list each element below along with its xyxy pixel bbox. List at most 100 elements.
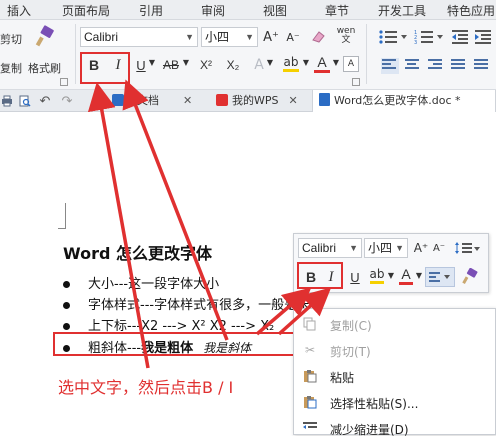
distributed-icon[interactable]	[474, 59, 490, 73]
list-item[interactable]: 大小---这一段字体大小	[63, 273, 219, 292]
wps-logo-icon	[216, 94, 228, 106]
mini-format-painter-icon[interactable]	[459, 267, 481, 287]
context-item-paste-special[interactable]: 选择性粘贴(S)...	[294, 390, 496, 416]
menu-review[interactable]: 审阅	[201, 2, 225, 19]
tab-my-wps[interactable]: 我的WPS ✕	[216, 90, 312, 112]
subscript-button[interactable]: X₂	[222, 55, 244, 75]
paste-icon	[302, 368, 318, 384]
menu-special[interactable]: 特色应用	[447, 2, 495, 19]
chevron-down-icon: ▼	[185, 32, 194, 42]
context-item-decrease-indent[interactable]: 减少缩进量(D)	[294, 416, 496, 436]
align-center-icon[interactable]	[405, 59, 421, 73]
font-name-combo[interactable]: Calibri ▼	[80, 27, 198, 47]
menu-page-layout[interactable]: 页面布局	[62, 2, 110, 19]
menu-chapter[interactable]: 章节	[325, 2, 349, 19]
mini-line-spacing-button[interactable]	[452, 239, 482, 257]
chevron-down-icon: ▼	[349, 243, 358, 253]
mini-font-name-combo[interactable]: Calibri ▼	[298, 238, 362, 258]
document-title[interactable]: Word 怎么更改字体	[63, 240, 212, 264]
chevron-down-icon[interactable]: ▼	[92, 95, 102, 107]
mini-font-color-button[interactable]: A	[397, 265, 415, 287]
highlight-color-bar	[283, 69, 299, 72]
context-item-paste[interactable]: 粘贴	[294, 364, 496, 390]
menu-developer[interactable]: 开发工具	[378, 2, 426, 19]
highlight-button[interactable]: ab	[280, 53, 302, 75]
close-icon[interactable]: ✕	[183, 94, 192, 107]
font-color-bar	[314, 70, 330, 73]
cut-button[interactable]: 剪切	[0, 31, 22, 47]
copy-button[interactable]: 复制	[0, 60, 22, 76]
print-icon[interactable]	[0, 93, 14, 109]
font-size-value: 小四	[205, 30, 230, 44]
superscript-button[interactable]: X²	[195, 55, 217, 75]
list-item[interactable]: 字体样式---字体样式有很多，一般是宋体	[63, 294, 323, 313]
context-item-label: 粘贴	[330, 371, 355, 385]
group-divider	[75, 24, 76, 84]
font-color-label: A	[317, 54, 327, 70]
menu-insert[interactable]: 插入	[7, 2, 31, 19]
mini-grow-font-button[interactable]: A⁺	[413, 239, 429, 257]
chevron-down-icon: ▼	[302, 58, 310, 67]
bullet-list-button[interactable]	[376, 28, 410, 46]
mini-highlight-label: ab	[369, 267, 385, 281]
font-size-combo[interactable]: 小四 ▼	[201, 27, 258, 47]
bullet-icon	[63, 281, 70, 288]
mini-align-button[interactable]	[425, 267, 455, 287]
bullet-icon	[63, 302, 70, 309]
grow-font-button[interactable]: A⁺	[262, 28, 280, 46]
page-margin-marker	[58, 203, 66, 229]
undo-icon[interactable]: ↶	[38, 93, 52, 109]
increase-indent-icon[interactable]	[474, 28, 492, 46]
paste-special-icon	[302, 394, 318, 410]
chevron-down-icon: ▼	[415, 271, 423, 280]
tab-cloud-docs-label: 云文档	[126, 94, 159, 107]
tab-document[interactable]: Word怎么更改字体.doc *	[312, 90, 496, 112]
menu-references[interactable]: 引用	[139, 2, 163, 19]
context-item-cut[interactable]: ✂ 剪切(T)	[294, 338, 496, 364]
context-item-label: 减少缩进量(D)	[330, 423, 409, 436]
list-item-text: 大小---这一段字体大小	[88, 277, 220, 292]
decrease-indent-icon	[302, 420, 318, 436]
char-border-icon[interactable]: A	[343, 56, 359, 72]
clear-format-icon[interactable]	[309, 28, 327, 46]
mini-font-name-value: Calibri	[302, 241, 337, 255]
mini-bold-italic-highlight	[297, 262, 343, 289]
group-divider	[366, 24, 367, 84]
redo-icon[interactable]: ↷	[60, 93, 74, 109]
tab-document-label: Word怎么更改字体.doc *	[334, 94, 461, 107]
strikethrough-button[interactable]: AB	[160, 55, 182, 75]
close-icon[interactable]: ✕	[289, 94, 298, 107]
justify-icon[interactable]	[451, 59, 467, 73]
numbered-list-button[interactable]: 123	[412, 28, 446, 46]
cloud-icon	[112, 94, 124, 106]
font-color-button[interactable]: A	[312, 53, 332, 75]
mini-underline-button[interactable]: U	[346, 267, 364, 287]
context-item-label: 剪切(T)	[330, 345, 371, 359]
phonetic-guide-button[interactable]: wen 文	[336, 26, 356, 46]
underline-button[interactable]: U	[134, 55, 148, 75]
highlight-label: ab	[283, 55, 299, 69]
clipboard-launcher-icon[interactable]	[60, 78, 68, 86]
font-launcher-icon[interactable]	[352, 78, 360, 86]
font-name-value: Calibri	[84, 30, 119, 44]
format-painter-label: 格式刷	[28, 62, 61, 75]
print-preview-icon[interactable]	[18, 93, 32, 109]
svg-text:3: 3	[414, 40, 417, 45]
context-item-copy[interactable]: 复制(C)	[294, 312, 496, 338]
mini-highlight-button[interactable]: ab	[367, 265, 387, 287]
decrease-indent-icon[interactable]	[451, 28, 469, 46]
ribbon-bold-italic-highlight	[80, 52, 130, 84]
ribbon: 剪切 复制 格式刷 Calibri ▼ 小四 ▼ A⁺ A⁻ wen 文 B I …	[0, 20, 496, 90]
chevron-down-icon: ▼	[387, 271, 395, 280]
mini-shrink-font-button[interactable]: A⁻	[431, 239, 447, 257]
copy-icon	[302, 316, 318, 332]
shrink-font-button[interactable]: A⁻	[284, 28, 302, 46]
align-left-icon[interactable]	[381, 58, 399, 74]
align-right-icon[interactable]	[428, 59, 444, 73]
mini-font-size-combo[interactable]: 小四 ▼	[364, 238, 408, 258]
format-painter-icon[interactable]	[32, 24, 58, 50]
bullet-icon	[63, 323, 70, 330]
tab-cloud-docs[interactable]: 云文档 ✕	[112, 90, 208, 112]
menu-view[interactable]: 视图	[263, 2, 287, 19]
context-item-label: 选择性粘贴(S)...	[330, 397, 419, 411]
